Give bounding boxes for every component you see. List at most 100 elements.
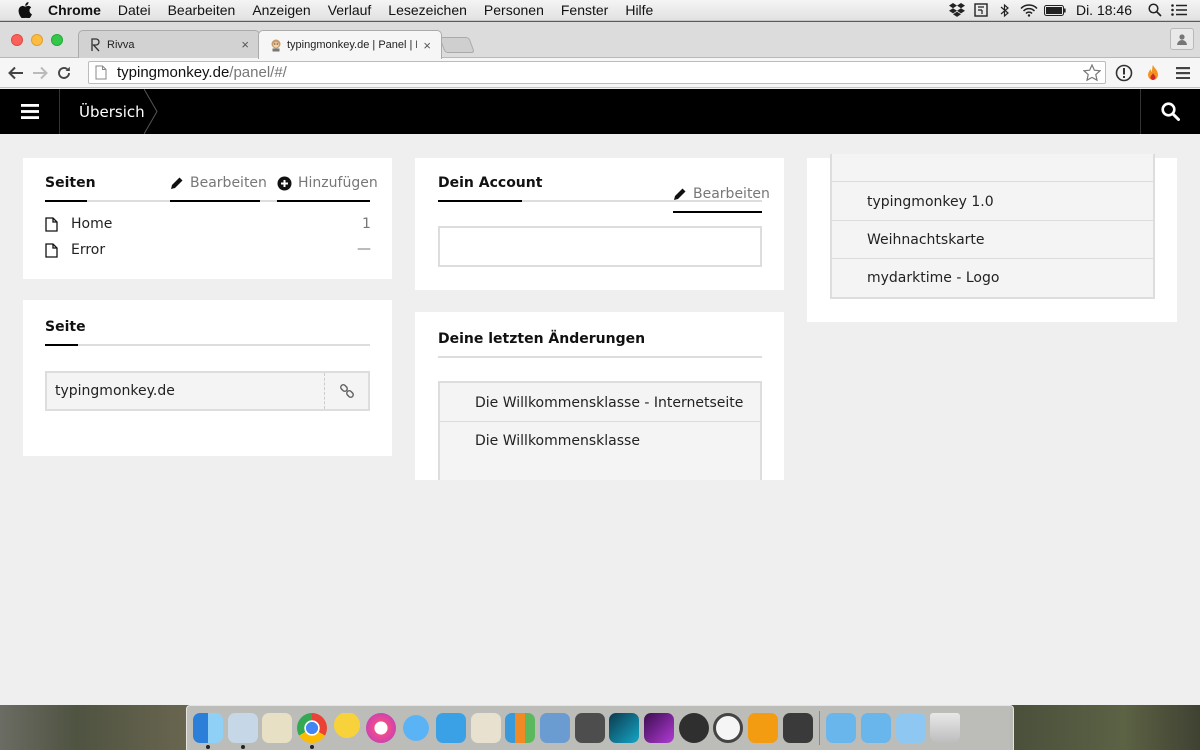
notification-center-icon[interactable]: [1168, 0, 1190, 21]
affinity-photo-icon[interactable]: [643, 713, 674, 743]
menu-personen[interactable]: Personen: [484, 2, 544, 18]
reload-button[interactable]: [52, 61, 76, 85]
project-item[interactable]: mydarktime - Logo: [867, 270, 999, 286]
apple-icon[interactable]: [18, 2, 36, 18]
profile-button[interactable]: [1170, 28, 1194, 50]
chrome-menu-icon[interactable]: [1172, 62, 1194, 84]
edit-underline: [673, 211, 762, 213]
site-url-box[interactable]: typingmonkey.de: [45, 371, 370, 411]
dock: [186, 705, 1014, 750]
menu-lesezeichen[interactable]: Lesezeichen: [388, 2, 467, 18]
page-count: —: [357, 241, 371, 257]
cyberduck-icon[interactable]: [331, 713, 362, 743]
edit-underline: [170, 200, 260, 202]
bookmark-star-icon[interactable]: [1083, 64, 1101, 81]
notes-icon[interactable]: [970, 0, 992, 21]
breadcrumb-chevron: [144, 89, 158, 134]
menu-bearbeiten[interactable]: Bearbeiten: [168, 2, 236, 18]
url-path: /panel/#/: [229, 64, 287, 81]
chrome-icon[interactable]: [297, 713, 328, 749]
search-icon: [1161, 102, 1180, 121]
close-window-button[interactable]: [11, 34, 23, 46]
trash-icon[interactable]: [930, 713, 961, 743]
divider: [324, 373, 325, 409]
documents-folder-icon[interactable]: [861, 713, 892, 743]
keynote-icon[interactable]: [539, 713, 570, 743]
menu-fenster[interactable]: Fenster: [561, 2, 608, 18]
menubar-clock[interactable]: Di. 18:46: [1076, 2, 1132, 18]
tab-rivva[interactable]: Rivva ×: [78, 30, 260, 58]
downloads-folder-icon[interactable]: [826, 713, 857, 743]
twitter-icon[interactable]: [435, 713, 466, 743]
page-item-error[interactable]: Error: [45, 242, 105, 258]
textedit-icon[interactable]: [470, 713, 501, 743]
menu-datei[interactable]: Datei: [118, 2, 151, 18]
history-item[interactable]: Die Willkommensklasse - Internetseite: [475, 395, 743, 411]
monkey-icon: [269, 38, 283, 52]
account-box[interactable]: [438, 226, 762, 267]
wifi-icon[interactable]: [1018, 0, 1040, 21]
project-item[interactable]: Weihnachtskarte: [867, 232, 985, 248]
applications-folder-icon[interactable]: [895, 713, 926, 743]
link-icon[interactable]: [339, 383, 355, 403]
menu-anzeigen[interactable]: Anzeigen: [252, 2, 310, 18]
code-editor-icon[interactable]: [748, 713, 778, 743]
dashboard: Seiten Bearbeiten Hinzufügen Home 1 Erro…: [0, 134, 1200, 705]
bluetooth-icon[interactable]: [994, 0, 1016, 21]
battery-icon[interactable]: [1042, 0, 1068, 21]
contacts-icon[interactable]: [262, 713, 293, 743]
minimize-window-button[interactable]: [31, 34, 43, 46]
menu-hilfe[interactable]: Hilfe: [625, 2, 653, 18]
project-item[interactable]: typingmonkey 1.0: [867, 194, 994, 210]
history-item[interactable]: Die Willkommensklasse: [475, 433, 640, 449]
zoom-window-button[interactable]: [51, 34, 63, 46]
desktop-wallpaper: [0, 705, 190, 750]
pages-add-button[interactable]: Hinzufügen: [277, 175, 378, 191]
account-edit-button[interactable]: Bearbeiten: [673, 186, 770, 202]
mamp-icon[interactable]: [713, 713, 744, 743]
pages-edit-button[interactable]: Bearbeiten: [170, 175, 267, 191]
menu-verlauf[interactable]: Verlauf: [328, 2, 372, 18]
extension-fire-icon[interactable]: [1142, 62, 1164, 84]
imovie-icon[interactable]: [574, 713, 605, 743]
affinity-designer-icon[interactable]: [609, 713, 640, 743]
page-icon: [45, 216, 59, 232]
browser-toolbar: typingmonkey.de/panel/#/: [0, 58, 1200, 88]
finder-icon[interactable]: [193, 713, 223, 749]
spotlight-icon[interactable]: [1144, 0, 1166, 21]
sublime-text-icon[interactable]: [782, 713, 813, 743]
messages-icon[interactable]: [401, 713, 432, 743]
widget-site-title: Seite: [45, 319, 86, 335]
divider: [440, 421, 760, 422]
close-tab-icon[interactable]: ×: [423, 38, 431, 53]
account-edit-label: Bearbeiten: [693, 186, 770, 202]
dropbox-icon[interactable]: [946, 0, 968, 21]
dock-separator: [819, 711, 821, 745]
extension-info-icon[interactable]: [1113, 62, 1135, 84]
divider: [832, 258, 1153, 259]
new-tab-button[interactable]: [439, 37, 475, 53]
close-tab-icon[interactable]: ×: [241, 37, 249, 52]
address-bar[interactable]: typingmonkey.de/panel/#/: [88, 61, 1106, 84]
pencil-icon: [674, 188, 686, 200]
page-count: 1: [362, 216, 371, 232]
page-item-home[interactable]: Home: [45, 216, 112, 232]
forward-button[interactable]: [28, 61, 52, 85]
widget-history-title: Deine letzten Änderungen: [438, 331, 646, 347]
back-button[interactable]: [4, 61, 28, 85]
itunes-icon[interactable]: [366, 713, 397, 743]
tab-title: typingmonkey.de | Panel | K: [287, 39, 418, 51]
preview-icon[interactable]: [227, 713, 258, 749]
github-icon[interactable]: [678, 713, 709, 743]
pages-add-label: Hinzufügen: [298, 175, 378, 191]
numbers-icon[interactable]: [505, 713, 536, 743]
plus-circle-icon: [277, 176, 292, 190]
hamburger-menu-button[interactable]: [0, 89, 60, 134]
widget-account-title: Dein Account: [438, 175, 543, 191]
tab-typingmonkey[interactable]: typingmonkey.de | Panel | K ×: [258, 30, 442, 59]
panel-topbar: Übersicht: [0, 89, 1200, 134]
menu-app-chrome[interactable]: Chrome: [48, 2, 101, 18]
search-button[interactable]: [1140, 89, 1200, 134]
url-host: typingmonkey.de: [117, 64, 230, 81]
pencil-icon: [171, 177, 183, 189]
